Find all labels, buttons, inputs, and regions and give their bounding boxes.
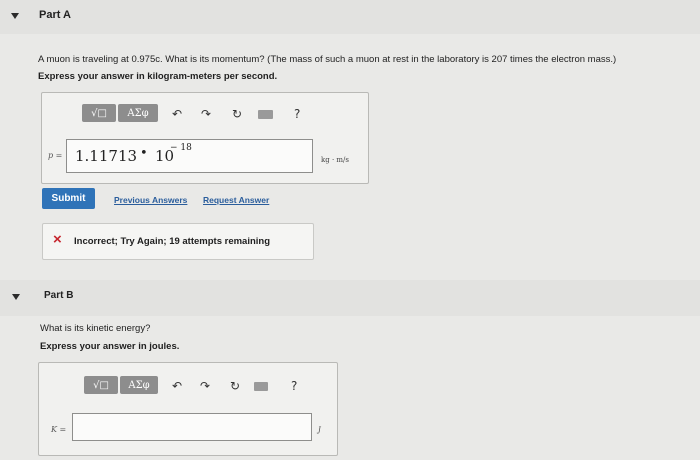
part-b-templates-button[interactable]: √□ bbox=[84, 376, 118, 394]
part-b-question: What is its kinetic energy? bbox=[40, 323, 151, 334]
previous-answers-link[interactable]: Previous Answers bbox=[114, 195, 187, 205]
part-a-collapse-caret-icon[interactable] bbox=[11, 13, 19, 19]
part-b-header[interactable] bbox=[0, 280, 700, 316]
part-b-answer-panel bbox=[38, 362, 338, 456]
keyboard-icon[interactable] bbox=[258, 110, 273, 119]
reset-icon[interactable]: ↻ bbox=[230, 380, 240, 392]
part-a-answer-times: • bbox=[140, 146, 148, 161]
greek-symbols-icon: ΑΣφ bbox=[128, 379, 150, 391]
undo-icon[interactable]: ↶ bbox=[172, 380, 182, 392]
part-a-title: Part A bbox=[39, 9, 71, 21]
part-b-answer-input[interactable] bbox=[72, 413, 312, 441]
part-b-title: Part B bbox=[44, 290, 74, 301]
part-a-unit: kg · m/s bbox=[321, 156, 349, 164]
redo-icon[interactable]: ↷ bbox=[201, 108, 211, 120]
incorrect-x-icon: × bbox=[53, 231, 62, 248]
part-b-variable-label: K = bbox=[51, 425, 67, 434]
redo-icon[interactable]: ↷ bbox=[200, 380, 210, 392]
part-b-collapse-caret-icon[interactable] bbox=[12, 294, 20, 300]
reset-icon[interactable]: ↻ bbox=[232, 108, 242, 120]
request-answer-link[interactable]: Request Answer bbox=[203, 195, 269, 205]
undo-icon[interactable]: ↶ bbox=[172, 108, 182, 120]
greek-symbols-icon: ΑΣφ bbox=[127, 107, 149, 119]
fraction-root-icon: √□ bbox=[91, 107, 107, 119]
part-b-symbols-button[interactable]: ΑΣφ bbox=[120, 376, 158, 394]
part-b-unit: J bbox=[318, 426, 321, 434]
part-a-question: A muon is traveling at 0.975c. What is i… bbox=[38, 54, 617, 65]
fraction-root-icon: √□ bbox=[93, 379, 109, 391]
part-a-answer-mantissa: 1.11713 bbox=[75, 147, 138, 165]
part-a-symbols-button[interactable]: ΑΣφ bbox=[118, 104, 158, 122]
part-a-header[interactable] bbox=[0, 0, 700, 34]
part-b-instruction: Express your answer in joules. bbox=[40, 341, 180, 352]
part-a-answer-exponent: − 18 bbox=[170, 143, 192, 153]
part-b-help-button[interactable]: ? bbox=[291, 380, 297, 392]
part-a-help-button[interactable]: ? bbox=[294, 108, 300, 120]
keyboard-icon[interactable] bbox=[254, 382, 268, 391]
part-a-instruction: Express your answer in kilogram-meters p… bbox=[38, 71, 278, 82]
part-a-templates-button[interactable]: √□ bbox=[82, 104, 116, 122]
part-a-variable-label: p = bbox=[48, 151, 63, 160]
part-a-submit-button[interactable]: Submit bbox=[42, 188, 95, 209]
part-a-feedback-text: Incorrect; Try Again; 19 attempts remain… bbox=[74, 236, 271, 247]
